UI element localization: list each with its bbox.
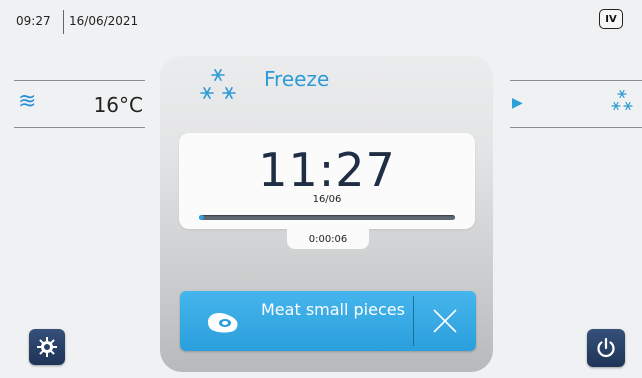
play-arrow-icon: ▶: [512, 95, 523, 111]
ambient-temperature: 16°C: [93, 93, 143, 117]
progress-fill: [199, 215, 205, 220]
close-icon: [433, 309, 457, 333]
progress-bar: [199, 215, 455, 220]
clock-card: 11:27 16/06: [179, 133, 475, 229]
settings-button[interactable]: [29, 329, 65, 365]
snowflakes-icon: [611, 89, 633, 111]
remaining-time: 11:27: [258, 143, 396, 197]
ambient-temperature-panel: ≋ 16°C: [14, 80, 145, 128]
meat-icon: [208, 313, 238, 333]
level-badge: IV: [599, 9, 623, 29]
snowflakes-icon: [200, 69, 236, 99]
clock-date: 16/06/2021: [69, 14, 139, 28]
program-name: Freeze: [264, 67, 330, 91]
power-icon: [597, 337, 615, 358]
power-button[interactable]: [587, 329, 625, 367]
program-button-label: Meat small pieces: [261, 300, 405, 319]
end-date: 16/06: [312, 194, 342, 205]
elapsed-time: 0:00:06: [287, 229, 369, 249]
clock-time: 09:27: [16, 14, 51, 28]
cancel-button[interactable]: [420, 297, 470, 345]
heat-waves-icon: ≋: [18, 89, 37, 114]
next-phase-panel: ▶: [510, 80, 642, 128]
status-bar: 09:27 16/06/2021 IV: [0, 0, 642, 40]
button-divider: [413, 296, 414, 346]
time-date-divider: [63, 10, 64, 34]
program-button[interactable]: Meat small pieces: [180, 291, 476, 351]
gear-icon: [37, 337, 57, 357]
